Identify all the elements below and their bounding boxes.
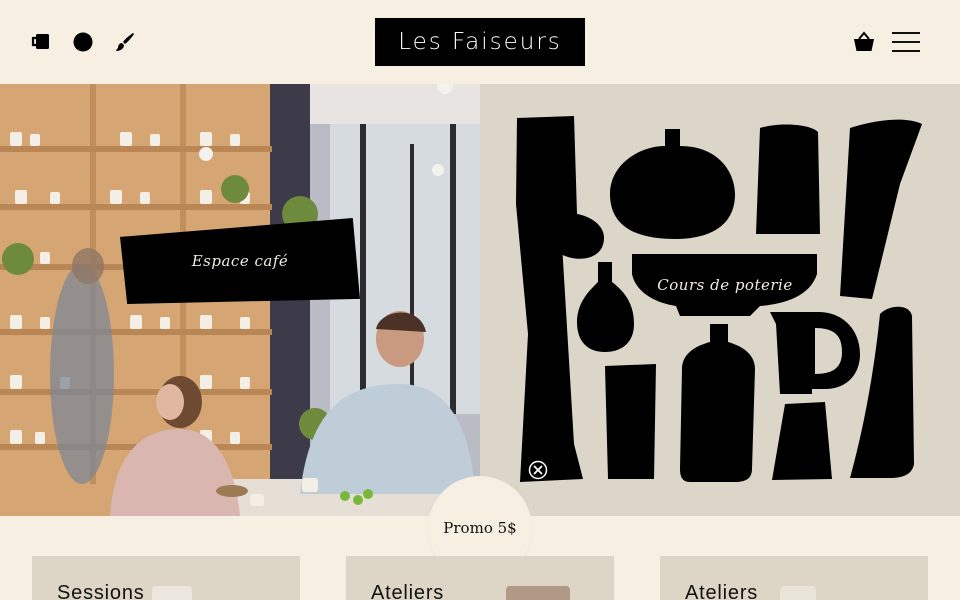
- hamburger-menu-icon[interactable]: [892, 30, 920, 54]
- site-header: Les Faiseurs: [0, 0, 960, 84]
- card-thumbnail: [780, 586, 816, 600]
- card-title: Ateliers: [685, 582, 759, 600]
- header-icon-group: [30, 31, 136, 53]
- card-title: Ateliers: [371, 582, 445, 600]
- cafe-label-tag[interactable]: Espace café: [120, 218, 360, 304]
- brush-icon[interactable]: [114, 31, 136, 53]
- cafe-label-text: Espace café: [191, 252, 289, 270]
- card-title: Sessions: [57, 582, 145, 600]
- promo-label: Promo 5$: [443, 519, 517, 537]
- site-logo[interactable]: Les Faiseurs: [375, 18, 585, 66]
- promo-close-icon[interactable]: [528, 460, 548, 480]
- card-ateliers-2[interactable]: Ateliers: [660, 556, 928, 600]
- pottery-label-tag[interactable]: Cours de poterie: [632, 254, 818, 316]
- card-ateliers-1[interactable]: Ateliers: [346, 556, 614, 600]
- basket-icon[interactable]: [852, 30, 876, 54]
- cafe-hero-image[interactable]: Espace café: [0, 84, 480, 516]
- pottery-label-text: Cours de poterie: [657, 276, 793, 294]
- logo-text: Les Faiseurs: [398, 29, 562, 55]
- mug-icon[interactable]: [30, 31, 52, 53]
- circle-icon[interactable]: [72, 31, 94, 53]
- card-thumbnail: [152, 586, 192, 600]
- card-sessions[interactable]: Sessions: [32, 556, 300, 600]
- card-thumbnail: [506, 586, 570, 600]
